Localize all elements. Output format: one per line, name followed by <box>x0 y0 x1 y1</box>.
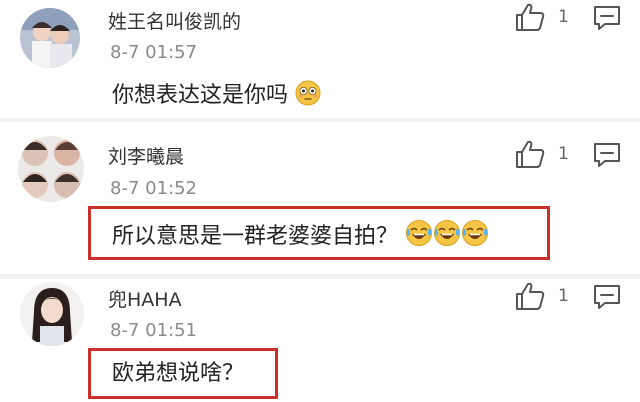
tears-of-joy-emoji <box>461 219 489 256</box>
reply-button[interactable] <box>592 4 622 32</box>
user-avatar[interactable] <box>20 8 80 68</box>
reply-icon <box>594 285 620 309</box>
comment-item: 兜HAHA 8-7 01:51 欧弟想说啥？ 1 <box>0 279 640 402</box>
timestamp: 8-7 01:51 <box>110 320 197 341</box>
comment-text-content: 所以意思是一群老婆婆自拍？ <box>112 224 399 249</box>
reply-button[interactable] <box>592 283 622 311</box>
comment-item: 姓王名叫俊凯的 8-7 01:57 你想表达这是你吗 1 <box>0 0 640 118</box>
tears-of-joy-emoji <box>433 219 461 256</box>
flushed-face-emoji <box>295 80 321 115</box>
tears-of-joy-emoji <box>405 219 433 256</box>
user-avatar[interactable] <box>20 282 84 346</box>
like-button[interactable] <box>514 139 546 169</box>
like-button[interactable] <box>514 2 546 32</box>
comment-text: 你想表达这是你吗 <box>112 80 321 115</box>
thumbs-up-icon <box>516 140 545 168</box>
username[interactable]: 姓王名叫俊凯的 <box>108 10 241 34</box>
like-count: 1 <box>558 286 569 306</box>
like-count: 1 <box>558 144 569 164</box>
thumbs-up-icon <box>516 3 545 31</box>
username[interactable]: 兜HAHA <box>108 288 182 312</box>
reply-icon <box>594 143 620 167</box>
reply-button[interactable] <box>592 141 622 169</box>
user-avatar[interactable] <box>18 136 84 202</box>
comment-text-content: 你想表达这是你吗 <box>112 83 289 108</box>
like-button[interactable] <box>514 281 546 311</box>
thumbs-up-icon <box>516 282 545 310</box>
like-count: 1 <box>558 7 569 27</box>
reply-icon <box>594 6 620 30</box>
username[interactable]: 刘李曦晨 <box>108 145 184 169</box>
comment-text: 欧弟想说啥？ <box>112 361 245 386</box>
comment-item: 刘李曦晨 8-7 01:52 所以意思是一群老婆婆自拍？ 1 <box>0 122 640 274</box>
timestamp: 8-7 01:52 <box>110 178 197 199</box>
timestamp: 8-7 01:57 <box>110 42 197 63</box>
comment-text: 所以意思是一群老婆婆自拍？ <box>112 219 489 256</box>
